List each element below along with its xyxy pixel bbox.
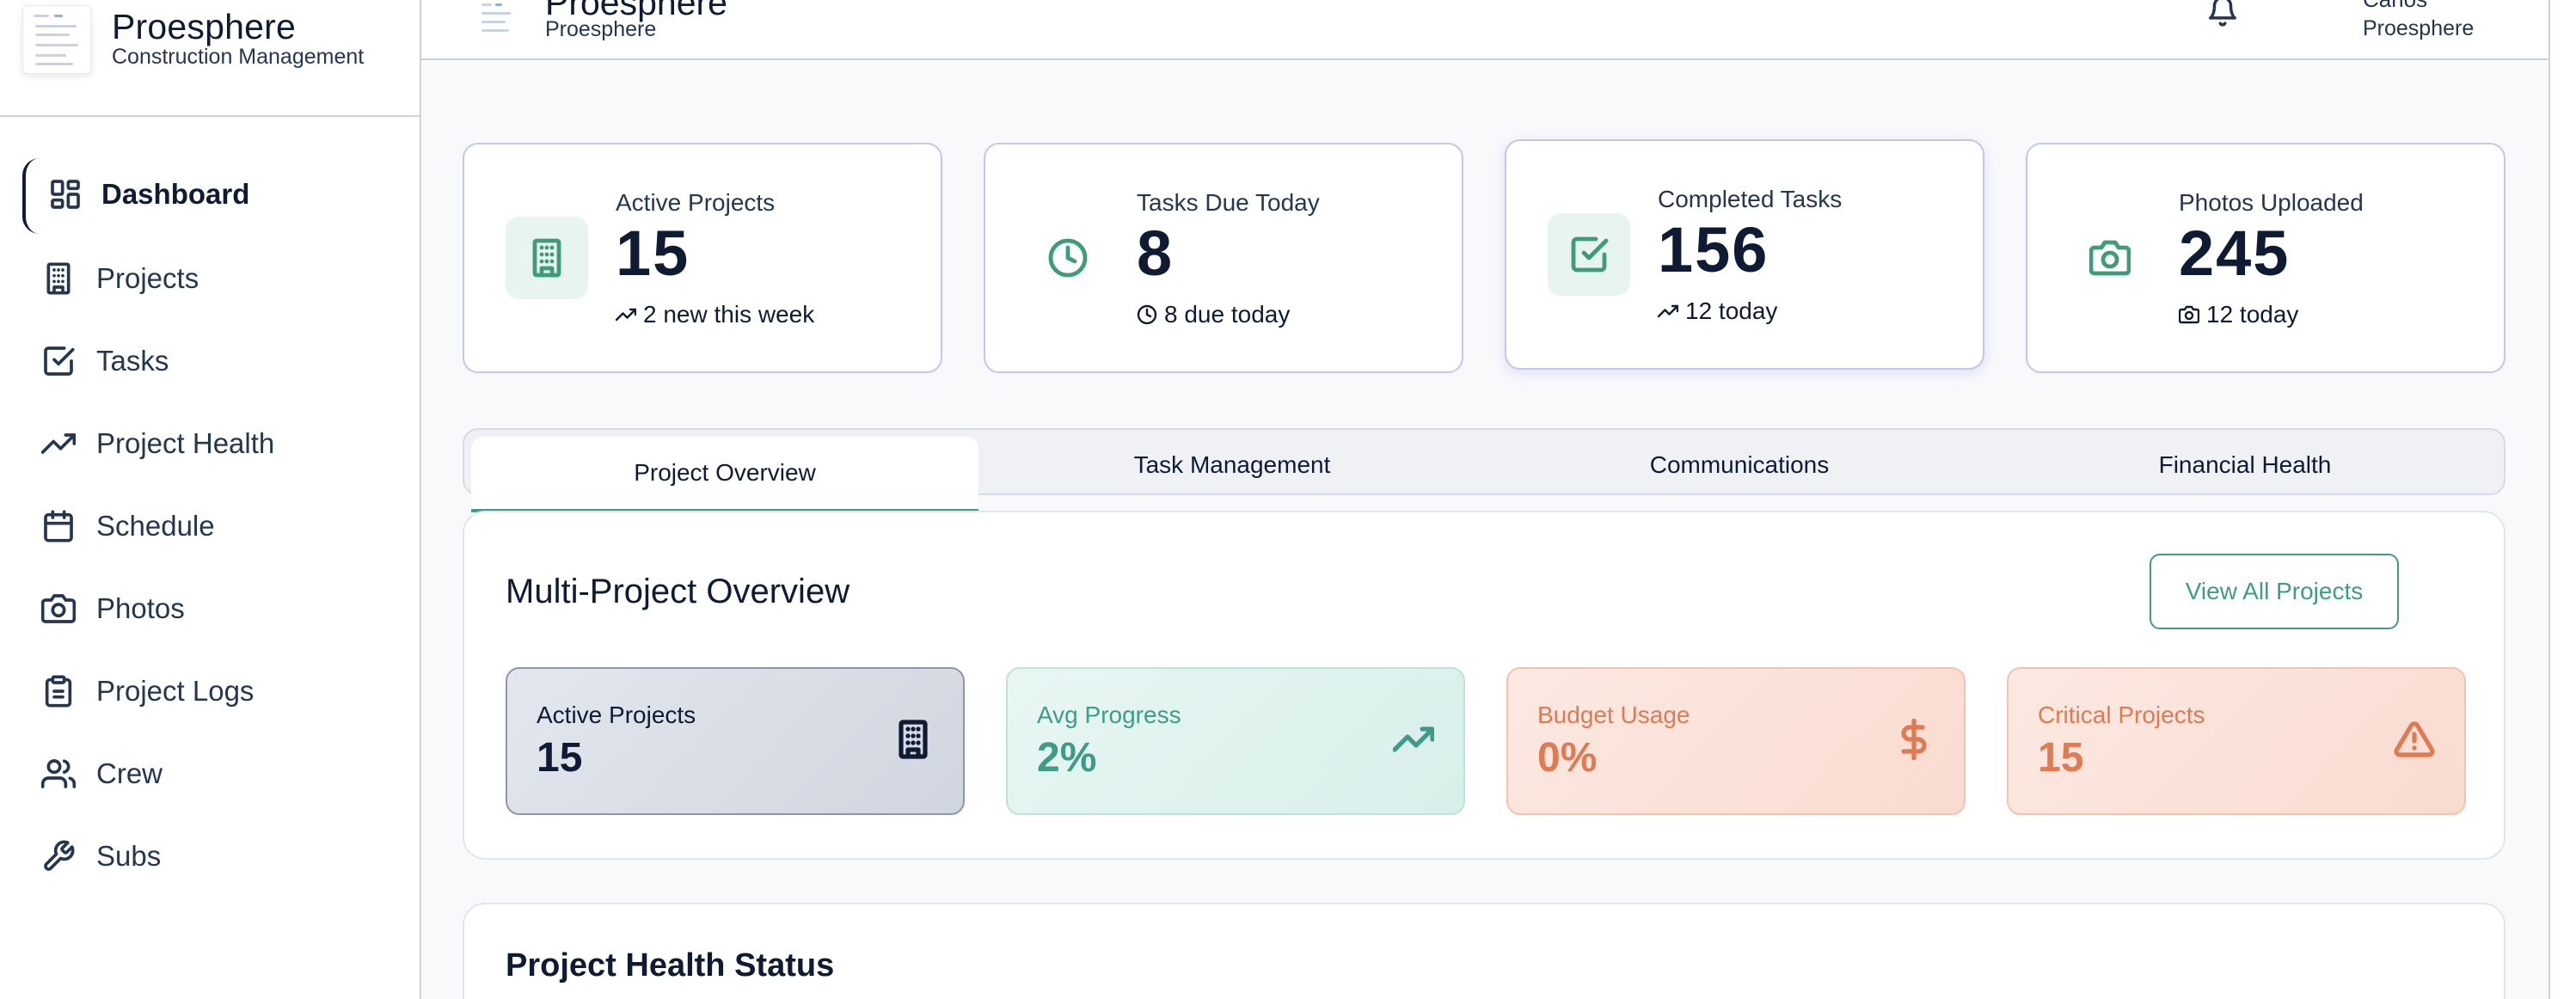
sidebar-item-label: Tasks <box>96 345 169 377</box>
clock-icon <box>1027 217 1109 299</box>
checkbox-icon <box>40 342 77 380</box>
metric-value: 0% <box>1537 735 1598 781</box>
checkbox-icon <box>1548 213 1630 296</box>
building-icon <box>40 260 77 297</box>
sidebar-item-label: Schedule <box>96 510 215 542</box>
metric-label: Budget Usage <box>1537 702 1690 728</box>
top-header: Proesphere Proesphere Carlos Proesphere <box>421 0 2548 60</box>
multi-project-overview: Multi-Project Overview View All Projects… <box>463 511 2505 860</box>
view-all-projects-button[interactable]: View All Projects <box>2150 554 2399 629</box>
project-health-status: Project Health Status <box>463 903 2505 999</box>
metric-value: 2% <box>1037 735 1097 781</box>
sidebar-item-project-health[interactable]: Project Health <box>24 408 402 480</box>
sidebar-item-label: Photos <box>96 592 185 624</box>
sidebar-item-label: Projects <box>96 262 199 294</box>
section-title: Multi-Project Overview <box>506 573 850 610</box>
brand-subtitle: Construction Management <box>112 45 365 69</box>
users-icon <box>40 755 77 793</box>
sidebar-item-photos[interactable]: Photos <box>24 573 402 645</box>
sidebar-item-label: Dashboard <box>101 178 250 210</box>
dashboard-tabs: Project Overview Task Management Communi… <box>463 428 2505 512</box>
clock-icon <box>1137 304 1157 325</box>
stat-value: 156 <box>1658 214 1769 285</box>
metric-label: Active Projects <box>537 702 696 728</box>
metric-label: Avg Progress <box>1037 702 1181 728</box>
building-icon <box>506 217 588 299</box>
metric-card-budget-usage[interactable]: Budget Usage 0% <box>1506 667 1966 815</box>
metric-card-critical-projects[interactable]: Critical Projects 15 <box>2007 667 2466 815</box>
clipboard-icon <box>40 672 77 710</box>
stat-subtext: 2 new this week <box>616 301 814 328</box>
sidebar-item-project-logs[interactable]: Project Logs <box>24 655 402 727</box>
metric-value: 15 <box>2038 735 2084 781</box>
stat-subtext-label: 12 today <box>2206 301 2299 328</box>
trending-up-icon <box>1389 715 1438 763</box>
alert-triangle-icon <box>2390 715 2438 763</box>
trending-up-icon <box>1658 304 1678 318</box>
stat-title: Active Projects <box>616 189 776 216</box>
sidebar-item-label: Project Health <box>96 427 275 459</box>
camera-icon <box>2069 217 2151 299</box>
metric-label: Critical Projects <box>2038 702 2205 728</box>
sidebar-item-label: Subs <box>96 840 162 872</box>
stat-value: 8 <box>1137 218 1175 289</box>
calendar-icon <box>40 507 77 545</box>
app-logo[interactable] <box>22 5 91 74</box>
tab-financial-health[interactable]: Financial Health <box>1991 437 2499 493</box>
brand-title: Proesphere <box>112 7 296 46</box>
user-name[interactable]: Carlos <box>2363 0 2427 13</box>
section-title: Project Health Status <box>506 947 835 984</box>
stat-value: 245 <box>2179 218 2291 289</box>
stat-subtext: 8 due today <box>1137 301 1290 328</box>
tab-project-overview[interactable]: Project Overview <box>471 437 978 512</box>
stat-card-completed-tasks[interactable]: Completed Tasks 156 12 today <box>1505 139 1984 370</box>
sidebar-item-subs[interactable]: Subs <box>24 820 402 892</box>
metric-card-avg-progress[interactable]: Avg Progress 2% <box>1006 667 1465 815</box>
tab-communications[interactable]: Communications <box>1486 437 1993 493</box>
dollar-icon <box>1890 715 1938 763</box>
stat-title: Tasks Due Today <box>1137 189 1320 216</box>
sidebar-item-schedule[interactable]: Schedule <box>24 490 402 562</box>
tab-task-management[interactable]: Task Management <box>978 437 1486 493</box>
trending-up-icon <box>40 425 77 463</box>
stat-subtext-label: 2 new this week <box>643 301 815 328</box>
sidebar-item-label: Crew <box>96 757 163 789</box>
metric-value: 15 <box>537 735 583 781</box>
stat-card-active-projects[interactable]: Active Projects 15 2 new this week <box>463 143 942 373</box>
project-subtitle: Proesphere <box>545 17 657 41</box>
sidebar-item-projects[interactable]: Projects <box>24 242 402 315</box>
sidebar-item-tasks[interactable]: Tasks <box>24 325 402 397</box>
camera-icon <box>40 590 77 628</box>
wrench-icon <box>40 837 77 875</box>
sidebar-item-dashboard[interactable]: Dashboard <box>22 158 401 234</box>
stat-subtext-label: 12 today <box>1685 297 1778 324</box>
stat-subtext: 12 today <box>1658 297 1777 325</box>
stat-value: 15 <box>616 218 690 289</box>
camera-icon <box>2179 305 2199 324</box>
stat-card-photos-uploaded[interactable]: Photos Uploaded 245 12 today <box>2026 143 2505 373</box>
stat-subtext: 12 today <box>2179 301 2298 328</box>
sidebar-item-crew[interactable]: Crew <box>24 738 402 810</box>
stat-title: Photos Uploaded <box>2179 189 2364 216</box>
bell-icon[interactable] <box>2206 0 2241 29</box>
project-logo[interactable] <box>475 0 519 41</box>
trending-up-icon <box>616 308 636 322</box>
dashboard-icon <box>46 175 84 213</box>
metric-card-active-projects[interactable]: Active Projects 15 <box>506 667 965 815</box>
user-org: Proesphere <box>2363 16 2475 40</box>
brand-header: Proesphere Construction Management <box>0 0 420 117</box>
dashboard-main: Active Projects 15 2 new this week Tasks… <box>423 62 2548 999</box>
stat-title: Completed Tasks <box>1658 186 1843 212</box>
right-edge <box>2548 0 2576 999</box>
sidebar-item-label: Project Logs <box>96 675 255 707</box>
sidebar: Proesphere Construction Management Dashb… <box>0 0 421 999</box>
stat-card-tasks-due[interactable]: Tasks Due Today 8 8 due today <box>984 143 1463 373</box>
building-icon <box>889 715 937 763</box>
stat-subtext-label: 8 due today <box>1164 301 1291 328</box>
